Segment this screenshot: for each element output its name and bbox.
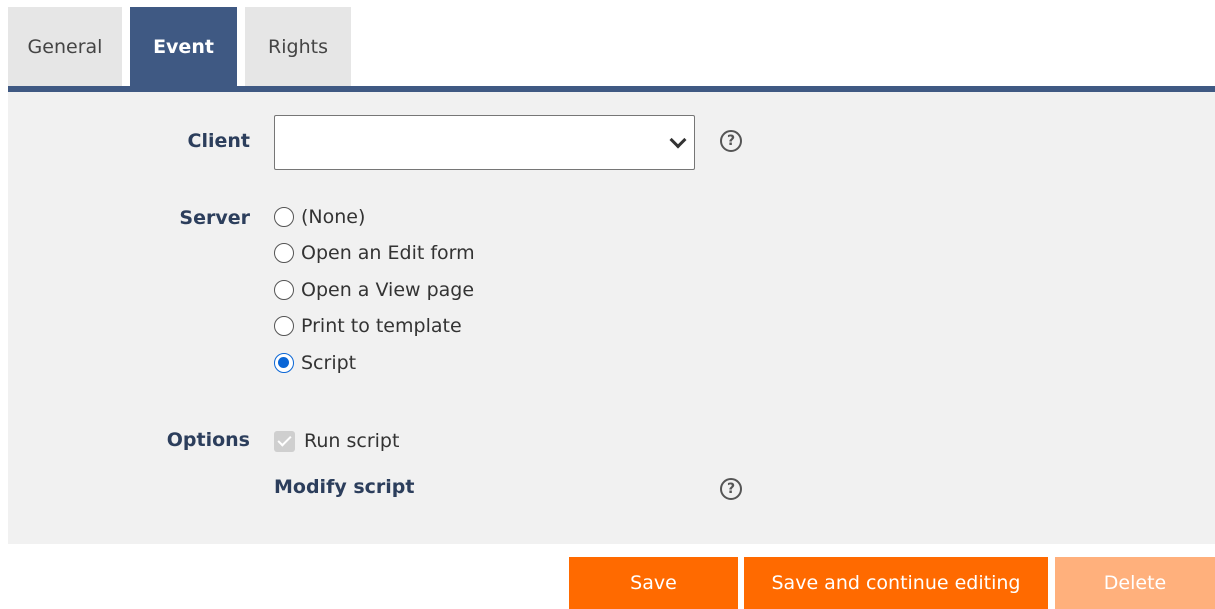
radio-checked-icon[interactable] <box>274 353 294 373</box>
client-help-icon[interactable]: ? <box>720 130 742 152</box>
radio-icon[interactable] <box>274 207 294 227</box>
client-select[interactable] <box>274 115 695 170</box>
run-script-label: Run script <box>304 430 400 452</box>
server-option-label: Print to template <box>301 315 462 337</box>
save-continue-button[interactable]: Save and continue editing <box>744 557 1048 609</box>
tab-rights[interactable]: Rights <box>245 7 351 86</box>
modify-script-label: Modify script <box>274 476 415 498</box>
server-option-label: Open an Edit form <box>301 242 475 264</box>
client-label: Client <box>187 130 250 152</box>
save-button[interactable]: Save <box>569 557 738 609</box>
server-option-view-page[interactable]: Open a View page <box>274 274 474 306</box>
delete-button[interactable]: Delete <box>1055 557 1215 609</box>
server-label: Server <box>179 207 250 229</box>
options-label: Options <box>166 429 250 451</box>
tab-general[interactable]: General <box>8 7 122 86</box>
server-option-label: (None) <box>301 206 366 228</box>
server-option-edit-form[interactable]: Open an Edit form <box>274 237 475 269</box>
server-option-script[interactable]: Script <box>274 347 356 379</box>
server-option-print-template[interactable]: Print to template <box>274 310 462 342</box>
checkbox-checked-icon <box>274 430 295 452</box>
server-option-label: Script <box>301 352 357 374</box>
server-option-none[interactable]: (None) <box>274 201 365 233</box>
run-script-checkbox-row: Run script <box>274 426 399 456</box>
radio-icon[interactable] <box>274 316 294 336</box>
radio-icon[interactable] <box>274 243 294 263</box>
server-option-label: Open a View page <box>301 279 475 301</box>
tab-bar: General Event Rights <box>8 7 359 86</box>
chevron-down-icon <box>669 131 687 149</box>
modify-script-help-icon[interactable]: ? <box>720 478 742 500</box>
tab-event[interactable]: Event <box>130 7 237 86</box>
radio-icon[interactable] <box>274 280 294 300</box>
